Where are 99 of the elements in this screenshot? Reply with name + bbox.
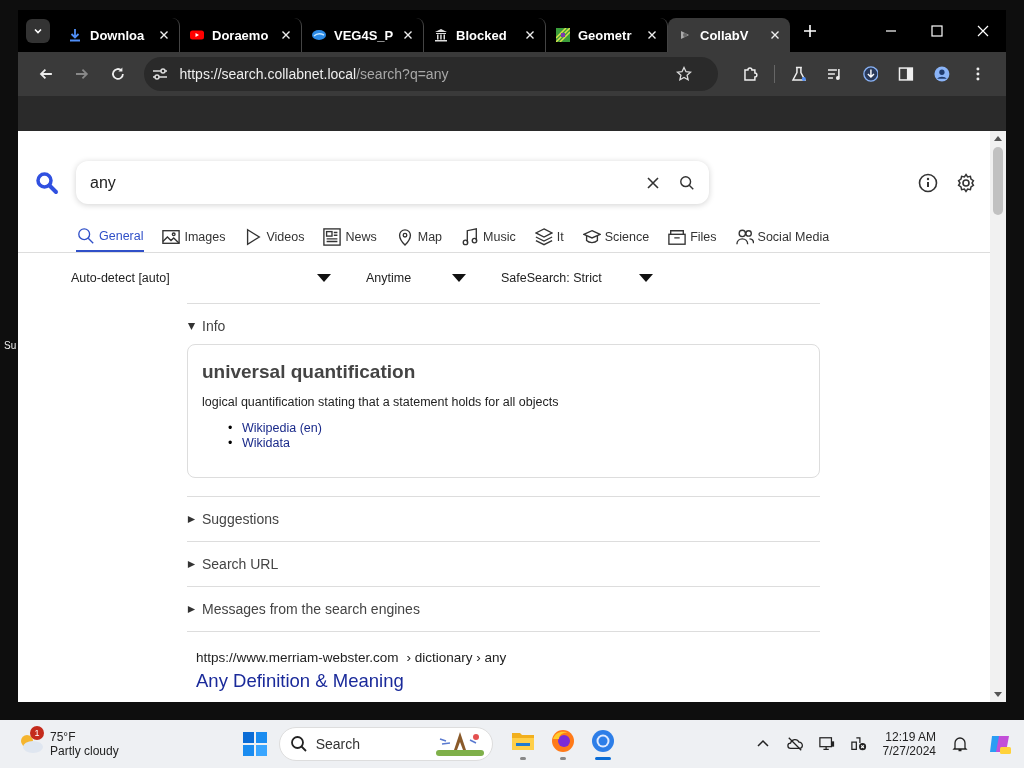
category-tab[interactable]: Videos — [243, 221, 306, 252]
wave-icon — [312, 28, 326, 42]
section-toggle[interactable]: Messages from the search engines — [187, 587, 420, 631]
info-link[interactable]: Wikipedia (en) — [242, 421, 322, 435]
search-icon[interactable] — [679, 174, 695, 191]
clock[interactable]: 12:19 AM 7/27/2024 — [882, 730, 936, 758]
back-icon[interactable] — [38, 66, 54, 82]
people-icon — [735, 227, 754, 246]
close-icon[interactable] — [977, 25, 989, 37]
bullet: • — [228, 436, 234, 451]
filter-dropdown[interactable]: SafeSearch: Strict — [501, 271, 653, 285]
layers-icon — [534, 227, 553, 246]
info-icon[interactable] — [918, 172, 938, 193]
bullet: • — [228, 421, 234, 436]
search-icon — [77, 226, 95, 245]
cloud-off-icon[interactable] — [786, 736, 803, 752]
clear-icon[interactable] — [645, 174, 661, 191]
play-icon — [190, 28, 204, 42]
weather-condition: Partly cloudy — [50, 744, 119, 758]
forward-icon[interactable] — [73, 66, 90, 82]
windows-start-icon[interactable] — [242, 732, 267, 756]
category-tab[interactable]: Files — [667, 221, 718, 252]
firefox-icon — [550, 728, 575, 753]
site-settings-icon[interactable] — [151, 66, 168, 82]
scrollbar-thumb[interactable] — [993, 147, 1003, 215]
play-icon — [244, 227, 263, 246]
notification-badge: 1 — [30, 726, 44, 740]
image-icon — [162, 227, 181, 246]
star-icon[interactable] — [676, 66, 693, 82]
info-link[interactable]: Wikidata — [242, 436, 290, 450]
music-note-icon — [461, 227, 480, 246]
search-logo-icon[interactable] — [35, 170, 59, 195]
media-icon[interactable] — [826, 66, 843, 82]
chevron-down-icon — [33, 26, 43, 36]
section-toggle[interactable]: Search URL — [187, 542, 279, 586]
maximize-icon[interactable] — [931, 25, 943, 37]
info-description: logical quantification stating that a statement holds for all objects — [202, 395, 560, 409]
caret-icon — [187, 321, 196, 331]
close-tab-icon[interactable] — [281, 30, 291, 40]
clock-time: 12:19 AM — [885, 730, 936, 744]
filter-dropdown[interactable]: Auto-detect [auto] — [71, 271, 331, 285]
info-toggle[interactable]: Info — [187, 304, 226, 344]
taskbar-search-field[interactable]: Search — [278, 727, 493, 761]
building-icon — [434, 28, 448, 42]
browser-app-icon — [590, 728, 615, 753]
category-tab[interactable]: Map — [394, 221, 444, 252]
caret-icon — [187, 604, 196, 614]
close-tab-icon[interactable] — [770, 30, 780, 40]
tab-list-button[interactable] — [26, 19, 50, 43]
category-tab[interactable]: Science — [581, 221, 651, 252]
close-tab-icon[interactable] — [159, 30, 169, 40]
caret-icon — [187, 514, 196, 524]
category-tab[interactable]: General — [76, 221, 145, 252]
download-icon[interactable] — [862, 66, 879, 82]
address-bar[interactable]: https://search.collabnet.local/search?q=any — [143, 57, 719, 91]
game-icon — [556, 28, 570, 42]
close-tab-icon[interactable] — [647, 30, 657, 40]
clock-date: 7/27/2024 — [882, 744, 936, 758]
category-tab[interactable]: Social Media — [734, 221, 831, 252]
caret-icon — [187, 559, 196, 569]
close-tab-icon[interactable] — [403, 30, 413, 40]
temperature-text: 75°F — [50, 730, 77, 744]
profile-icon[interactable] — [934, 66, 951, 82]
reload-icon[interactable] — [109, 66, 126, 82]
new-tab-icon[interactable] — [804, 25, 816, 37]
category-tab[interactable]: It — [533, 221, 565, 252]
category-tab[interactable]: Images — [161, 221, 227, 252]
puzzle-icon[interactable] — [742, 66, 758, 82]
query-field[interactable]: any — [76, 161, 709, 204]
dropdown-caret-icon — [317, 274, 331, 282]
dropdown-caret-icon — [452, 274, 466, 282]
bell-icon[interactable] — [952, 736, 968, 752]
flask-icon[interactable] — [790, 66, 807, 82]
tower-illustration-icon — [435, 731, 484, 757]
desktop-label: Su — [4, 340, 17, 351]
result-url: https://www.merriam-webster.com — [196, 650, 399, 665]
category-tab[interactable]: News — [322, 221, 378, 252]
category-tab[interactable]: Music — [460, 221, 517, 252]
section-toggle[interactable]: Suggestions — [187, 497, 280, 541]
archive-icon — [668, 227, 687, 246]
scroll-down-icon[interactable] — [994, 692, 1002, 698]
result-title-link[interactable]: Any Definition & Meaning — [196, 670, 404, 692]
scroll-up-icon[interactable] — [994, 135, 1002, 141]
scrollbar[interactable] — [990, 131, 1006, 702]
url-text: https://search.collabnet.local/search?q=any — [179, 66, 449, 82]
dropdown-caret-icon — [639, 274, 653, 282]
result-breadcrumb: › dictionary › any — [406, 650, 507, 665]
search-icon — [289, 735, 308, 753]
newspaper-icon — [323, 227, 342, 246]
close-tab-icon[interactable] — [525, 30, 535, 40]
monitor-icon[interactable] — [818, 736, 835, 752]
download-icon — [68, 28, 82, 42]
info-title: universal quantification — [202, 361, 417, 383]
network-off-icon[interactable] — [850, 736, 867, 752]
browser-tab[interactable]: CollabV — [668, 18, 790, 52]
side-panel-icon[interactable] — [898, 66, 915, 82]
settings-icon[interactable] — [956, 172, 976, 193]
filter-dropdown[interactable]: Anytime — [366, 271, 466, 285]
graduation-cap-icon — [582, 227, 601, 246]
